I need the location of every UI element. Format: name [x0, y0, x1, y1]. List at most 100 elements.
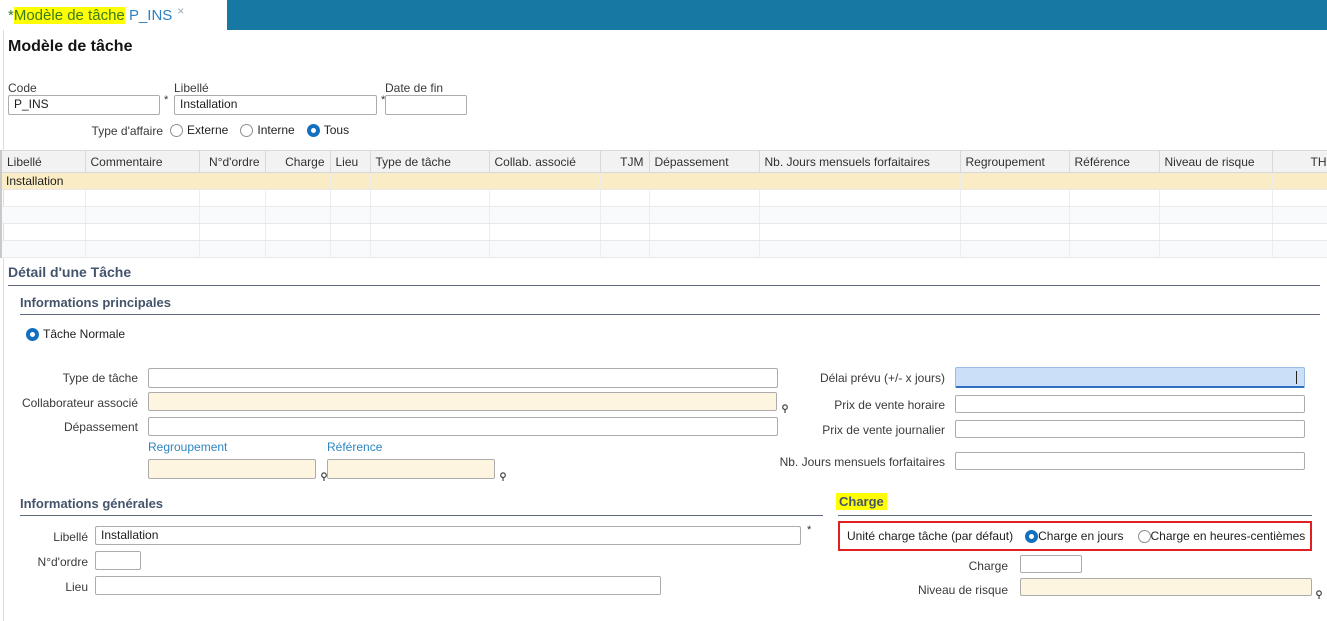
table-cell[interactable]: [2, 241, 85, 258]
table-cell[interactable]: [265, 241, 330, 258]
nb-jours-forfaitaires-input[interactable]: [955, 452, 1305, 470]
table-cell[interactable]: [489, 190, 600, 207]
niveau-risque-lookup-icon[interactable]: [1315, 587, 1323, 605]
column-header[interactable]: TJM: [600, 151, 649, 173]
column-header[interactable]: Type de tâche: [370, 151, 489, 173]
column-header[interactable]: N°d'ordre: [199, 151, 265, 173]
table-cell[interactable]: [370, 173, 489, 190]
reference-input[interactable]: [327, 459, 495, 479]
table-row[interactable]: Installation: [2, 173, 1327, 190]
column-header[interactable]: Référence: [1069, 151, 1159, 173]
ordre-input[interactable]: [95, 551, 141, 570]
radio-charge-en-jours[interactable]: [1025, 530, 1038, 543]
table-cell[interactable]: [2, 207, 85, 224]
charge-input[interactable]: [1020, 555, 1082, 573]
prix-vente-horaire-input[interactable]: [955, 395, 1305, 413]
table-cell[interactable]: [265, 190, 330, 207]
table-cell[interactable]: [600, 224, 649, 241]
table-cell[interactable]: [330, 224, 370, 241]
table-cell[interactable]: [1272, 173, 1327, 190]
column-header[interactable]: Collab. associé: [489, 151, 600, 173]
table-cell[interactable]: [265, 173, 330, 190]
column-header[interactable]: Niveau de risque: [1159, 151, 1272, 173]
table-cell[interactable]: [1069, 207, 1159, 224]
table-cell[interactable]: [489, 207, 600, 224]
column-header[interactable]: Regroupement: [960, 151, 1069, 173]
table-cell[interactable]: [199, 173, 265, 190]
table-cell[interactable]: [1069, 173, 1159, 190]
table-row[interactable]: [2, 241, 1327, 258]
table-cell[interactable]: [600, 207, 649, 224]
type-tache-select[interactable]: [148, 368, 778, 388]
reference-lookup-icon[interactable]: [499, 469, 507, 487]
table-cell[interactable]: [370, 241, 489, 258]
table-cell[interactable]: [960, 173, 1069, 190]
table-cell[interactable]: [960, 224, 1069, 241]
table-cell[interactable]: [85, 173, 199, 190]
column-header[interactable]: Libellé: [2, 151, 85, 173]
table-cell[interactable]: [370, 207, 489, 224]
calendar-icon[interactable]: [429, 99, 462, 115]
table-cell[interactable]: [600, 190, 649, 207]
table-cell[interactable]: [370, 190, 489, 207]
table-cell[interactable]: [265, 207, 330, 224]
table-cell[interactable]: [759, 224, 960, 241]
table-cell[interactable]: [265, 224, 330, 241]
libelle-input[interactable]: Installation: [174, 95, 377, 115]
table-cell[interactable]: [1159, 173, 1272, 190]
delai-prevu-input[interactable]: [955, 367, 1305, 388]
table-cell[interactable]: [2, 190, 85, 207]
table-cell[interactable]: [330, 207, 370, 224]
table-cell[interactable]: [489, 241, 600, 258]
radio-charge-en-heures-centiemes[interactable]: [1138, 530, 1151, 543]
table-cell[interactable]: [85, 190, 199, 207]
table-cell[interactable]: [649, 190, 759, 207]
table-cell[interactable]: [1159, 241, 1272, 258]
table-cell[interactable]: [1272, 224, 1327, 241]
column-header[interactable]: Nb. Jours mensuels forfaitaires: [759, 151, 960, 173]
table-cell[interactable]: [1272, 207, 1327, 224]
table-row[interactable]: [2, 207, 1327, 224]
table-cell[interactable]: [85, 241, 199, 258]
tab-modele-de-tache[interactable]: *Modèle de tâche P_INS×: [8, 0, 184, 30]
table-cell[interactable]: [1069, 190, 1159, 207]
table-cell[interactable]: [1159, 224, 1272, 241]
table-cell[interactable]: [960, 207, 1069, 224]
depassement-input[interactable]: [148, 417, 778, 436]
table-cell[interactable]: [1272, 241, 1327, 258]
lieu-input[interactable]: [95, 576, 661, 595]
date-fin-input[interactable]: / /: [385, 95, 467, 115]
column-header[interactable]: Lieu: [330, 151, 370, 173]
code-input[interactable]: P_INS: [8, 95, 160, 115]
column-header[interactable]: Dépassement: [649, 151, 759, 173]
table-cell[interactable]: [1069, 224, 1159, 241]
table-cell[interactable]: [649, 207, 759, 224]
table-cell[interactable]: [330, 173, 370, 190]
radio-interne[interactable]: [240, 124, 253, 137]
table-row[interactable]: [2, 190, 1327, 207]
generales-libelle-input[interactable]: Installation: [95, 526, 801, 545]
table-cell[interactable]: [199, 207, 265, 224]
radio-tous[interactable]: [307, 124, 320, 137]
table-cell[interactable]: [960, 190, 1069, 207]
table-cell[interactable]: [1159, 207, 1272, 224]
tab-close-icon[interactable]: ×: [177, 4, 184, 18]
table-cell[interactable]: [489, 173, 600, 190]
column-header[interactable]: Commentaire: [85, 151, 199, 173]
table-cell[interactable]: [85, 224, 199, 241]
collaborateur-associe-input[interactable]: [148, 392, 777, 411]
column-header[interactable]: THM: [1272, 151, 1327, 173]
prix-vente-journalier-input[interactable]: [955, 420, 1305, 438]
table-cell[interactable]: [759, 190, 960, 207]
table-cell[interactable]: Installation: [2, 173, 85, 190]
radio-externe[interactable]: [170, 124, 183, 137]
table-cell[interactable]: [199, 241, 265, 258]
table-cell[interactable]: [649, 173, 759, 190]
table-cell[interactable]: [649, 241, 759, 258]
table-cell[interactable]: [759, 207, 960, 224]
table-row[interactable]: [2, 224, 1327, 241]
table-cell[interactable]: [759, 173, 960, 190]
table-cell[interactable]: [759, 241, 960, 258]
table-cell[interactable]: [960, 241, 1069, 258]
table-cell[interactable]: [370, 224, 489, 241]
